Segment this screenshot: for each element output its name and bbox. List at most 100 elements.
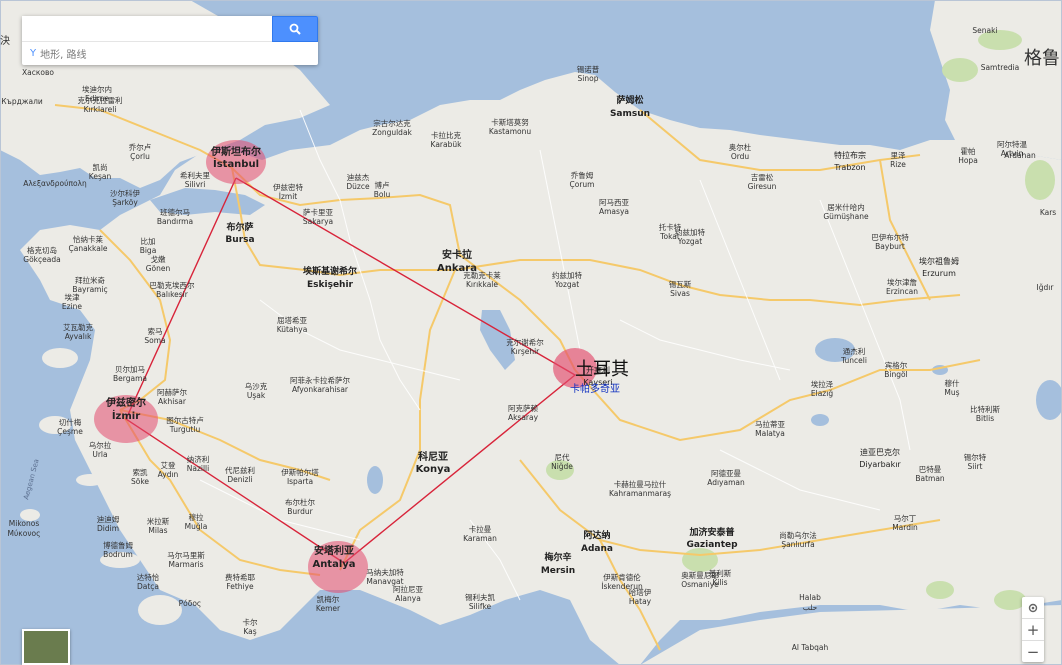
town-label: 穆什	[945, 378, 960, 388]
town-label: Kaş	[243, 627, 256, 636]
town-label: 基利斯	[709, 568, 732, 578]
town-label: 费特希耶	[225, 572, 255, 582]
city-label: 埃尔祖鲁姆	[919, 256, 959, 266]
town-label: Zonguldak	[372, 128, 412, 137]
town-label: Fethiye	[226, 582, 254, 591]
town-label: 马尔丁	[894, 513, 917, 523]
town-label: Şarköy	[112, 198, 138, 207]
town-label: Gökçeada	[23, 255, 60, 264]
zoom-controls: + −	[1022, 597, 1044, 662]
zoom-in-button[interactable]: +	[1022, 618, 1044, 640]
city-label: Samsun	[610, 109, 650, 119]
foreign-label: Al Tabqah	[792, 643, 829, 652]
antalya-label-en: Antalya	[312, 559, 355, 570]
town-label: 乌尔拉	[89, 440, 112, 450]
city-label: 迪亚巴克尔	[860, 447, 900, 457]
foreign-label: حلب	[803, 603, 818, 612]
town-label: Isparta	[287, 477, 313, 486]
town-label: 巴勒克埃西尔	[150, 280, 195, 290]
search-icon	[289, 23, 301, 35]
town-label: 阿马西亚	[599, 198, 629, 207]
town-label: 伊斯肯德伦	[603, 572, 641, 582]
town-label: Bitlis	[976, 414, 994, 423]
town-label: 约兹加特	[552, 270, 582, 280]
town-label: 居米什哈内	[827, 202, 865, 212]
foreign-label: Samtredia	[981, 63, 1020, 72]
town-label: Uşak	[247, 391, 266, 400]
town-label: 格克切岛	[27, 245, 57, 255]
town-label: 切什梅	[59, 417, 82, 427]
town-label: 霍帕	[961, 146, 976, 156]
town-label: Ayvalık	[65, 332, 92, 341]
city-label: Mersin	[541, 566, 575, 576]
town-label: Çanakkale	[68, 244, 107, 253]
town-label: Biga	[140, 246, 157, 255]
country-name-label: 土耳其	[575, 359, 629, 380]
town-label: Muğla	[185, 522, 208, 531]
town-label: Siirt	[968, 462, 983, 471]
town-label: 班德尔马	[160, 207, 190, 217]
town-label: 艾登	[161, 460, 176, 470]
town-label: 凯梅尔	[317, 594, 340, 604]
town-label: Kırıkkale	[466, 280, 498, 289]
town-label: 锡诺普	[577, 64, 600, 74]
town-label: Mardin	[892, 523, 918, 532]
town-label: Bayburt	[875, 242, 905, 251]
town-label: 戈嫩	[151, 254, 166, 264]
town-label: 约兹加特	[675, 227, 705, 237]
satellite-thumbnail[interactable]	[22, 629, 70, 665]
city-label: Adana	[581, 544, 613, 554]
town-label: 迪兹杰	[347, 172, 370, 182]
city-label: 阿达纳	[583, 529, 610, 541]
town-label: 埃尔津詹	[887, 277, 917, 287]
foreign-label: Кърджали	[1, 97, 43, 106]
town-label: Keşan	[89, 172, 112, 181]
town-label: 通杰利	[843, 346, 866, 356]
town-label: 锡瓦斯	[669, 279, 692, 289]
town-label: 贝尔加马	[115, 364, 145, 374]
town-label: 马尔马里斯	[167, 550, 205, 560]
town-label: 马拉蒂亚	[755, 419, 785, 429]
town-label: Hopa	[958, 156, 978, 165]
town-label: Afyonkarahisar	[292, 385, 349, 394]
town-label: Çorlu	[130, 152, 150, 161]
town-label: 索凯	[133, 467, 148, 477]
town-label: 乔尔卢	[129, 142, 152, 152]
town-label: 乔鲁姆	[571, 170, 594, 180]
town-label: Gümüşhane	[823, 212, 869, 221]
town-label: Kahramanmaraş	[609, 489, 671, 498]
city-label: Diyarbakır	[859, 460, 901, 469]
town-label: 克尔克拉雷利	[78, 95, 123, 105]
city-label: 特拉布宗	[834, 150, 866, 160]
city-label: 梅尔辛	[544, 551, 571, 563]
foreign-label: Senaki	[972, 26, 997, 35]
town-label: Rize	[890, 160, 906, 169]
town-label: Sinop	[578, 74, 599, 83]
istanbul-label-cn: 伊斯坦布尔	[210, 145, 261, 158]
town-label: Gönen	[146, 264, 171, 273]
town-label: Amasya	[599, 207, 629, 216]
search-input[interactable]	[22, 16, 272, 42]
town-label: 卡尔	[243, 617, 258, 627]
town-label: Çorum	[570, 180, 595, 189]
town-label: İskenderun	[601, 582, 643, 591]
search-button[interactable]	[272, 16, 318, 42]
town-label: Düzce	[346, 182, 370, 191]
locate-button[interactable]	[1022, 597, 1044, 618]
map-canvas[interactable]: 安卡拉 Ankara 布尔萨 Bursa 科尼亚 Konya 阿达纳 Adana…	[0, 0, 1062, 665]
town-label: Silivri	[185, 180, 206, 189]
filter-icon: Y	[30, 48, 37, 59]
search-suggestion[interactable]: Y 地形, 路线	[30, 46, 86, 61]
town-label: İzmit	[279, 192, 298, 201]
town-label: 达特恰	[137, 572, 160, 582]
town-label: 索马	[148, 326, 163, 336]
town-label: 沙尔科伊	[110, 188, 140, 198]
town-label: Giresun	[748, 182, 777, 191]
town-label: Karabük	[431, 140, 463, 149]
zoom-out-button[interactable]: −	[1022, 640, 1044, 662]
town-label: Bodrum	[103, 550, 133, 559]
town-label: Kemer	[316, 604, 341, 613]
town-label: 克尔谢希尔	[506, 337, 544, 347]
city-label: Trabzon	[833, 163, 865, 172]
town-label: Bergama	[113, 374, 147, 383]
